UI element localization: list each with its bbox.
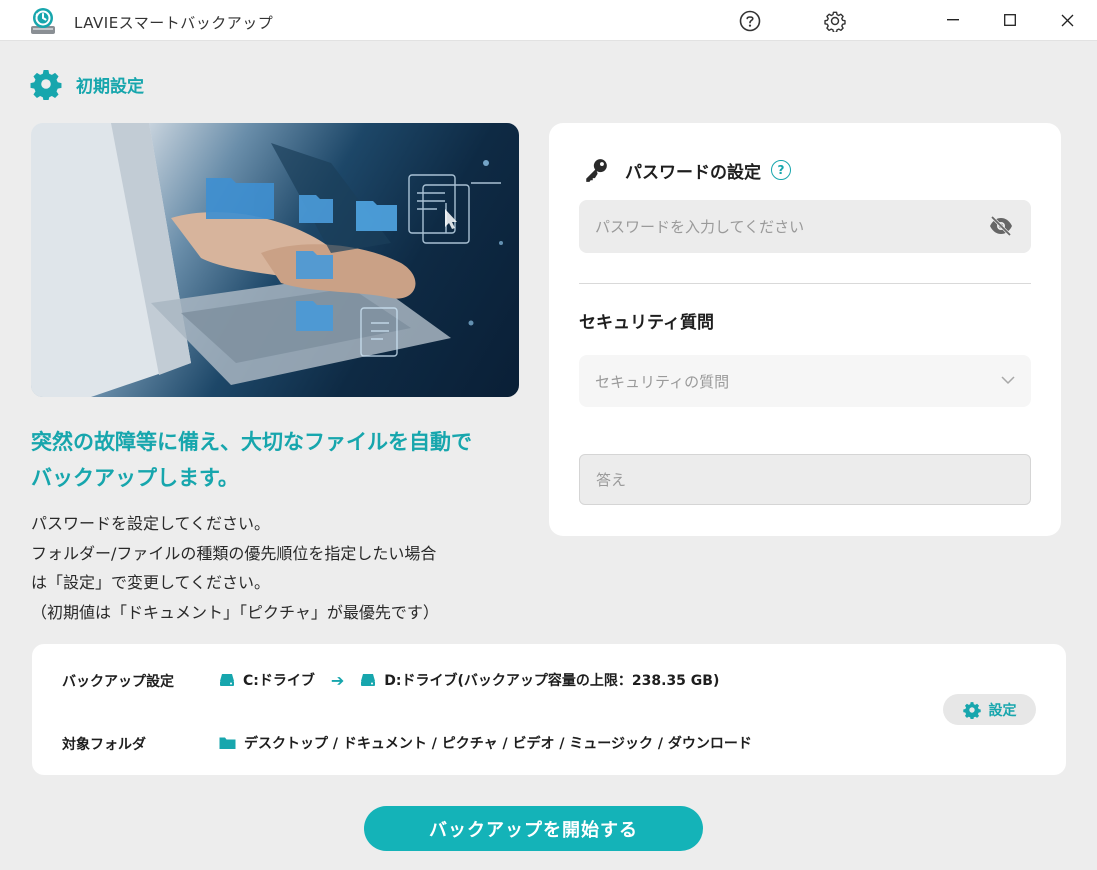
minimize-icon <box>947 19 959 21</box>
app-logo-icon <box>31 8 55 34</box>
minimize-button[interactable] <box>924 0 982 40</box>
help-icon <box>739 10 761 32</box>
hero-description: パスワードを設定してください。 フォルダー/ファイルの種類の優先順位を指定したい… <box>31 509 531 627</box>
target-folders-list: デスクトップ / ドキュメント / ピクチャ / ビデオ / ミュージック / … <box>244 736 752 752</box>
drive-icon <box>361 674 376 686</box>
destination-drive: D:ドライブ(バックアップ容量の上限：238.35 GB) <box>384 673 720 689</box>
page-title: 初期設定 <box>76 76 144 97</box>
hero-image <box>31 123 519 397</box>
maximize-button[interactable] <box>981 0 1039 40</box>
arrow-right-icon: ➔ <box>330 670 345 690</box>
description-line: （初期値は「ドキュメント」「ピクチャ」が最優先です） <box>31 602 439 622</box>
password-heading: パスワードの設定 ? <box>583 157 791 183</box>
card-divider <box>579 283 1031 284</box>
security-question-select[interactable]: セキュリティの質問 <box>579 355 1031 407</box>
source-drive: C:ドライブ <box>243 673 315 689</box>
backup-drive-row: C:ドライブ ➔ D:ドライブ(バックアップ容量の上限：238.35 GB) <box>219 670 719 690</box>
section-heading: 初期設定 <box>30 68 144 100</box>
settings-gear-button[interactable] <box>822 8 848 34</box>
password-settings-card: パスワードの設定 ? セキュリティ質問 セキュリティの質問 <box>549 123 1061 536</box>
chevron-down-icon <box>1001 376 1015 385</box>
gear-icon <box>962 701 981 719</box>
target-folders-row: デスクトップ / ドキュメント / ピクチャ / ビデオ / ミュージック / … <box>219 733 752 753</box>
gear-icon <box>30 70 62 100</box>
backup-info-panel: バックアップ設定 C:ドライブ ➔ D:ドライブ(バックアップ容量の上限：238… <box>32 644 1066 775</box>
drive-icon <box>220 674 234 686</box>
hero-headline: 突然の故障等に備え、大切なファイルを自動で バックアップします。 <box>31 424 521 496</box>
gear-icon <box>824 11 846 32</box>
security-heading-text: セキュリティ質問 <box>579 313 714 333</box>
password-help-icon[interactable]: ? <box>771 160 791 180</box>
hero-illustration <box>31 123 503 397</box>
target-folders-label: 対象フォルダ <box>62 737 146 753</box>
password-input[interactable] <box>579 200 1031 253</box>
settings-button-label: 設定 <box>988 702 1017 719</box>
close-button[interactable] <box>1038 0 1096 40</box>
description-line: は「設定」で変更してください。 <box>31 573 271 592</box>
answer-field[interactable] <box>579 454 1031 505</box>
close-icon <box>1061 14 1073 26</box>
headline-line: 突然の故障等に備え、大切なファイルを自動で <box>31 430 472 454</box>
app-title: LAVIEスマートバックアップ <box>74 14 274 32</box>
security-question-value: セキュリティの質問 <box>595 372 730 391</box>
title-bar: LAVIEスマートバックアップ <box>0 0 1097 41</box>
description-line: パスワードを設定してください。 <box>31 514 271 533</box>
help-button[interactable] <box>737 8 763 34</box>
folder-icon <box>219 737 236 749</box>
password-field[interactable] <box>579 200 1031 253</box>
eye-off-icon[interactable] <box>989 216 1013 236</box>
description-line: フォルダー/ファイルの種類の優先順位を指定したい場合 <box>31 543 437 563</box>
headline-line: バックアップします。 <box>31 466 239 490</box>
security-heading: セキュリティ質問 <box>579 308 714 333</box>
key-icon <box>586 159 607 182</box>
maximize-icon <box>1004 14 1016 26</box>
answer-input[interactable] <box>580 455 1030 504</box>
backup-settings-label: バックアップ設定 <box>62 674 174 690</box>
password-heading-text: パスワードの設定 <box>625 162 761 183</box>
backup-settings-button[interactable]: 設定 <box>943 694 1036 725</box>
start-backup-label: バックアップを開始する <box>429 819 638 841</box>
start-backup-button[interactable]: バックアップを開始する <box>364 806 703 851</box>
